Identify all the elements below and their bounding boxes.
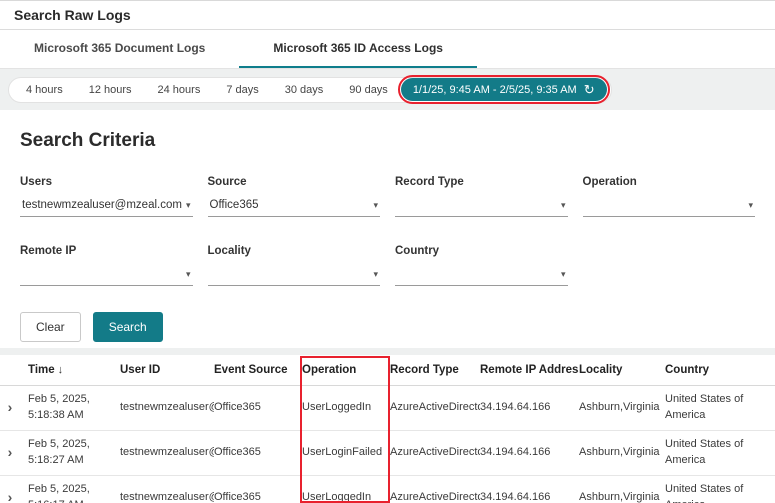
time-filter-90-days[interactable]: 90 days bbox=[336, 80, 401, 100]
cell-time: Feb 5, 2025, 5:18:27 AM bbox=[28, 430, 120, 475]
time-filter-group: 4 hours 12 hours 24 hours 7 days 30 days… bbox=[8, 77, 612, 103]
time-filter-4-hours[interactable]: 4 hours bbox=[13, 80, 76, 100]
cell-locality: Ashburn,Virginia bbox=[579, 475, 665, 503]
time-filter-12-hours[interactable]: 12 hours bbox=[76, 80, 145, 100]
chevron-down-icon: ▾ bbox=[186, 269, 191, 280]
cell-locality: Ashburn,Virginia bbox=[579, 386, 665, 431]
tab-document-logs[interactable]: Microsoft 365 Document Logs bbox=[0, 30, 239, 68]
expand-row-icon[interactable]: › bbox=[8, 397, 13, 417]
field-country: Country ▾ bbox=[395, 245, 568, 286]
field-source: Source Office365 ▾ bbox=[208, 176, 381, 217]
custom-date-range-button[interactable]: 1/1/25, 9:45 AM - 2/5/25, 9:35 AM ↻ bbox=[401, 78, 607, 101]
cell-remote-ip: 34.194.64.166 bbox=[480, 475, 579, 503]
field-users: Users testnewmzealuser@mzeal.com ▾ bbox=[20, 176, 193, 217]
users-value: testnewmzealuser@mzeal.com bbox=[22, 199, 182, 211]
cell-user-id: testnewmzealuser@mze bbox=[120, 475, 214, 503]
chevron-down-icon: ▾ bbox=[561, 269, 566, 280]
source-label: Source bbox=[208, 176, 381, 188]
cell-country: United States of America bbox=[665, 386, 775, 431]
record-type-select[interactable]: ▾ bbox=[395, 197, 568, 217]
search-criteria-section: Search Criteria Users testnewmzealuser@m… bbox=[0, 110, 775, 348]
time-filter-7-days[interactable]: 7 days bbox=[213, 80, 271, 100]
table-header-row: Time↓ User ID Event Source Operation Rec… bbox=[0, 355, 775, 386]
expand-row-icon[interactable]: › bbox=[8, 487, 13, 503]
expand-row-icon[interactable]: › bbox=[8, 442, 13, 462]
source-select[interactable]: Office365 ▾ bbox=[208, 197, 381, 217]
users-label: Users bbox=[20, 176, 193, 188]
column-header-locality[interactable]: Locality bbox=[579, 355, 665, 386]
column-header-country[interactable]: Country bbox=[665, 355, 775, 386]
sort-desc-icon: ↓ bbox=[58, 364, 64, 376]
time-filter-24-hours[interactable]: 24 hours bbox=[145, 80, 214, 100]
custom-date-range-label: 1/1/25, 9:45 AM - 2/5/25, 9:35 AM bbox=[413, 84, 577, 96]
cell-remote-ip: 34.194.64.166 bbox=[480, 386, 579, 431]
section-divider bbox=[0, 348, 775, 355]
cell-event-source: Office365 bbox=[214, 386, 302, 431]
remote-ip-label: Remote IP bbox=[20, 245, 193, 257]
cell-country: United States of America bbox=[665, 475, 775, 503]
expand-column-header bbox=[0, 355, 28, 386]
time-filter-30-days[interactable]: 30 days bbox=[272, 80, 337, 100]
column-header-user-id[interactable]: User ID bbox=[120, 355, 214, 386]
cell-event-source: Office365 bbox=[214, 475, 302, 503]
locality-select[interactable]: ▾ bbox=[208, 266, 381, 286]
cell-event-source: Office365 bbox=[214, 430, 302, 475]
cell-country: United States of America bbox=[665, 430, 775, 475]
table-row[interactable]: › Feb 5, 2025, 5:18:38 AM testnewmzealus… bbox=[0, 386, 775, 431]
remote-ip-select[interactable]: ▾ bbox=[20, 266, 193, 286]
cell-remote-ip: 34.194.64.166 bbox=[480, 430, 579, 475]
cell-time: Feb 5, 2025, 5:16:17 AM bbox=[28, 475, 120, 503]
refresh-icon[interactable]: ↻ bbox=[584, 83, 595, 96]
chevron-down-icon: ▾ bbox=[748, 200, 753, 211]
search-button[interactable]: Search bbox=[93, 312, 163, 342]
column-header-time[interactable]: Time↓ bbox=[28, 355, 120, 386]
source-value: Office365 bbox=[210, 199, 259, 211]
page-title: Search Raw Logs bbox=[14, 7, 131, 23]
country-label: Country bbox=[395, 245, 568, 257]
column-header-record-type[interactable]: Record Type bbox=[390, 355, 480, 386]
cell-operation: UserLoggedIn bbox=[302, 475, 390, 503]
cell-time: Feb 5, 2025, 5:18:38 AM bbox=[28, 386, 120, 431]
field-remote-ip: Remote IP ▾ bbox=[20, 245, 193, 286]
results-table-container: Time↓ User ID Event Source Operation Rec… bbox=[0, 355, 775, 503]
cell-record-type: AzureActiveDirectorySts bbox=[390, 430, 480, 475]
time-filter-bar: 4 hours 12 hours 24 hours 7 days 30 days… bbox=[0, 69, 775, 110]
column-header-remote-ip[interactable]: Remote IP Address bbox=[480, 355, 579, 386]
cell-operation: UserLoginFailed bbox=[302, 430, 390, 475]
tab-id-access-logs[interactable]: Microsoft 365 ID Access Logs bbox=[239, 30, 477, 68]
field-record-type: Record Type ▾ bbox=[395, 176, 568, 217]
column-header-operation[interactable]: Operation bbox=[302, 355, 390, 386]
table-row[interactable]: › Feb 5, 2025, 5:18:27 AM testnewmzealus… bbox=[0, 430, 775, 475]
field-operation: Operation ▾ bbox=[583, 176, 756, 217]
chevron-down-icon: ▾ bbox=[373, 200, 378, 211]
cell-user-id: testnewmzealuser@mze bbox=[120, 386, 214, 431]
country-select[interactable]: ▾ bbox=[395, 266, 568, 286]
chevron-down-icon: ▾ bbox=[561, 200, 566, 211]
tab-bar: Microsoft 365 Document Logs Microsoft 36… bbox=[0, 30, 775, 69]
record-type-label: Record Type bbox=[395, 176, 568, 188]
operation-select[interactable]: ▾ bbox=[583, 197, 756, 217]
users-select[interactable]: testnewmzealuser@mzeal.com ▾ bbox=[20, 197, 193, 217]
cell-locality: Ashburn,Virginia bbox=[579, 430, 665, 475]
search-criteria-heading: Search Criteria bbox=[20, 130, 755, 152]
clear-button[interactable]: Clear bbox=[20, 312, 81, 342]
cell-operation: UserLoggedIn bbox=[302, 386, 390, 431]
cell-user-id: testnewmzealuser@mze bbox=[120, 430, 214, 475]
locality-label: Locality bbox=[208, 245, 381, 257]
cell-record-type: AzureActiveDirectorySts bbox=[390, 386, 480, 431]
column-header-event-source[interactable]: Event Source bbox=[214, 355, 302, 386]
criteria-actions: Clear Search bbox=[20, 312, 755, 342]
search-raw-logs-page: Search Raw Logs Microsoft 365 Document L… bbox=[0, 1, 775, 503]
results-table: Time↓ User ID Event Source Operation Rec… bbox=[0, 355, 775, 503]
cell-record-type: AzureActiveDirectorySts bbox=[390, 475, 480, 503]
field-locality: Locality ▾ bbox=[208, 245, 381, 286]
criteria-fields: Users testnewmzealuser@mzeal.com ▾ Sourc… bbox=[20, 176, 755, 286]
page-header: Search Raw Logs bbox=[0, 1, 775, 30]
chevron-down-icon: ▾ bbox=[186, 200, 191, 211]
table-row[interactable]: › Feb 5, 2025, 5:16:17 AM testnewmzealus… bbox=[0, 475, 775, 503]
chevron-down-icon: ▾ bbox=[373, 269, 378, 280]
operation-label: Operation bbox=[583, 176, 756, 188]
